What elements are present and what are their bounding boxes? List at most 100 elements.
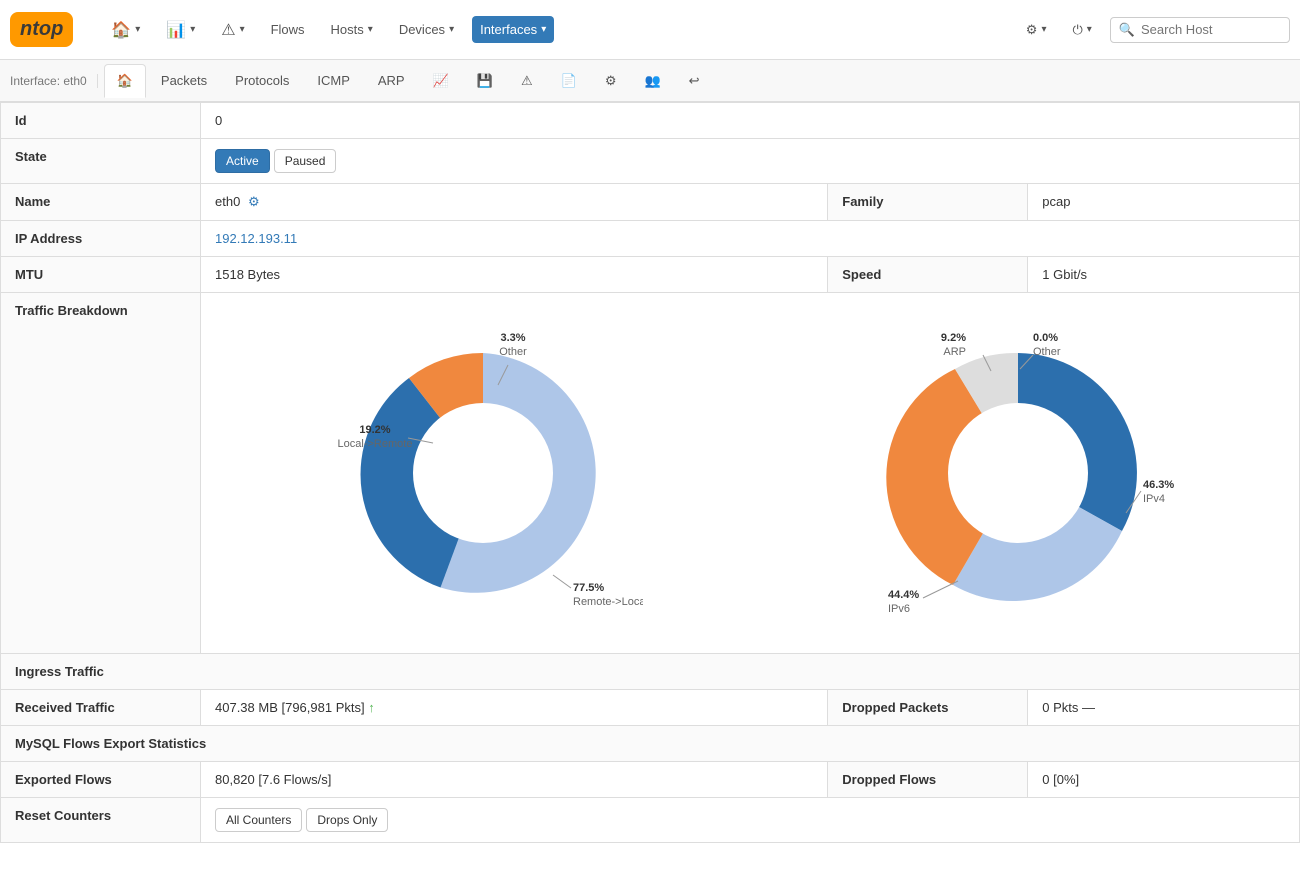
main-content: Id 0 State Active Paused Name eth0 ⚙ Fam… <box>0 102 1300 843</box>
back-tab-icon: ↩ <box>689 73 700 89</box>
id-label: Id <box>1 103 201 139</box>
ip-label: IP Address <box>1 221 201 257</box>
mtu-label: MTU <box>1 257 201 293</box>
speed-value: 1 Gbit/s <box>1028 257 1300 293</box>
chart2-cell: 9.2% ARP 0.0% Other 46.3% IPv4 44.4% IPv… <box>750 303 1285 643</box>
tab-back[interactable]: ↩ <box>676 64 713 98</box>
search-input[interactable] <box>1141 22 1281 37</box>
flows-nav[interactable]: Flows <box>263 16 313 43</box>
name-value: eth0 ⚙ <box>201 184 828 221</box>
chart2-ipv6-label: IPv6 <box>888 603 910 615</box>
chart2-ipv6-pct: 44.4% <box>888 589 919 601</box>
tab-protocols[interactable]: Protocols <box>222 64 302 97</box>
tab-alert[interactable]: ⚠ <box>508 64 546 98</box>
dropped-flows-value: 0 [0%] <box>1028 762 1300 798</box>
settings-nav[interactable]: ⚙ ▾ <box>1018 16 1055 44</box>
tab-icmp[interactable]: ICMP <box>304 64 363 97</box>
ip-row: IP Address 192.12.193.11 <box>1 221 1300 257</box>
all-counters-button[interactable]: All Counters <box>215 808 302 832</box>
interface-label: Interface: eth0 <box>10 74 98 88</box>
users-tab-icon: 👥 <box>644 73 660 89</box>
state-value: Active Paused <box>201 139 1300 184</box>
mtu-row: MTU 1518 Bytes Speed 1 Gbit/s <box>1 257 1300 293</box>
active-button[interactable]: Active <box>215 149 270 173</box>
tab-gear[interactable]: ⚙ <box>592 64 630 98</box>
icmp-tab-label: ICMP <box>317 73 350 88</box>
protocols-tab-label: Protocols <box>235 73 289 88</box>
chart1-remote-label: Remote->Local <box>573 596 643 608</box>
hosts-label: Hosts <box>331 22 364 37</box>
reset-value: All Counters Drops Only <box>201 798 1300 843</box>
dashboard-icon: 📊 <box>166 20 186 40</box>
chart1-svg: 3.3% Other 19.2% Local->Remote 77.5% Rem… <box>323 313 643 633</box>
received-value: 407.38 MB [796,981 Pkts] ↑ <box>201 690 828 726</box>
dashboard-nav[interactable]: 📊 ▾ <box>158 14 203 46</box>
tab-users[interactable]: 👥 <box>631 64 673 98</box>
up-arrow-icon: ↑ <box>368 700 375 715</box>
alerts-nav[interactable]: ⚠ ▾ <box>213 14 252 46</box>
tab-packets[interactable]: Packets <box>148 64 220 97</box>
family-value: pcap <box>1028 184 1300 221</box>
dropped-value: 0 Pkts — <box>1028 690 1300 726</box>
chart1-line3 <box>553 575 571 588</box>
minus-icon: — <box>1082 700 1095 715</box>
chart2-arp-label: ARP <box>943 346 966 358</box>
paused-button[interactable]: Paused <box>274 149 337 173</box>
chart2-line4 <box>923 581 958 598</box>
interfaces-nav[interactable]: Interfaces ▾ <box>472 16 554 43</box>
exported-row: Exported Flows 80,820 [7.6 Flows/s] Drop… <box>1 762 1300 798</box>
info-table: Id 0 State Active Paused Name eth0 ⚙ Fam… <box>0 102 1300 843</box>
tab-home[interactable]: 🏠 <box>104 64 146 98</box>
tab-doc[interactable]: 📄 <box>548 64 590 98</box>
devices-label: Devices <box>399 22 445 37</box>
name-gear-icon[interactable]: ⚙ <box>248 194 260 209</box>
tab-disk[interactable]: 💾 <box>464 64 506 98</box>
chart2-other-pct: 0.0% <box>1033 332 1058 344</box>
arp-tab-label: ARP <box>378 73 405 88</box>
state-row: State Active Paused <box>1 139 1300 184</box>
id-value: 0 <box>201 103 1300 139</box>
tabs-bar: Interface: eth0 🏠 Packets Protocols ICMP… <box>0 60 1300 102</box>
interfaces-label: Interfaces <box>480 22 537 37</box>
home-nav[interactable]: 🏠 ▾ <box>103 14 148 46</box>
exported-label: Exported Flows <box>1 762 201 798</box>
drops-only-button[interactable]: Drops Only <box>306 808 388 832</box>
alerts-icon: ⚠ <box>221 20 235 40</box>
state-label: State <box>1 139 201 184</box>
devices-nav[interactable]: Devices ▾ <box>391 16 462 43</box>
traffic-breakdown-label: Traffic Breakdown <box>1 293 201 654</box>
home-icon: 🏠 <box>111 20 131 40</box>
logo[interactable]: ntop <box>10 12 73 47</box>
chart-tab-icon: 📈 <box>433 73 449 89</box>
reset-button-group: All Counters Drops Only <box>215 808 1285 832</box>
chart2-other-label: Other <box>1033 346 1061 358</box>
flows-label: Flows <box>271 22 305 37</box>
ip-link[interactable]: 192.12.193.11 <box>215 231 297 246</box>
id-row: Id 0 <box>1 103 1300 139</box>
home-tab-icon: 🏠 <box>117 73 133 89</box>
search-icon: 🔍 <box>1119 22 1135 38</box>
name-label: Name <box>1 184 201 221</box>
navbar: ntop 🏠 ▾ 📊 ▾ ⚠ ▾ Flows Hosts ▾ Devices ▾… <box>0 0 1300 60</box>
chart1-local-pct: 19.2% <box>359 424 390 436</box>
logo-text: ntop <box>20 18 63 40</box>
tab-chart[interactable]: 📈 <box>420 64 462 98</box>
doc-tab-icon: 📄 <box>561 73 577 89</box>
chart2-ipv4-label: IPv4 <box>1143 493 1165 505</box>
speed-label: Speed <box>828 257 1028 293</box>
name-row: Name eth0 ⚙ Family pcap <box>1 184 1300 221</box>
power-icon: ⏻ <box>1072 22 1082 38</box>
traffic-breakdown-row: Traffic Breakdown <box>1 293 1300 654</box>
dropped-label: Dropped Packets <box>828 690 1028 726</box>
chart1-cell: 3.3% Other 19.2% Local->Remote 77.5% Rem… <box>215 303 750 643</box>
hosts-nav[interactable]: Hosts ▾ <box>323 16 381 43</box>
state-button-group: Active Paused <box>215 149 1285 173</box>
traffic-breakdown-charts: 3.3% Other 19.2% Local->Remote 77.5% Rem… <box>201 293 1300 654</box>
mysql-section-label: MySQL Flows Export Statistics <box>1 726 1300 762</box>
received-label: Received Traffic <box>1 690 201 726</box>
power-nav[interactable]: ⏻ ▾ <box>1064 16 1099 44</box>
tab-arp[interactable]: ARP <box>365 64 418 97</box>
disk-tab-icon: 💾 <box>477 73 493 89</box>
gear-tab-icon: ⚙ <box>605 73 617 89</box>
ip-value: 192.12.193.11 <box>201 221 1300 257</box>
